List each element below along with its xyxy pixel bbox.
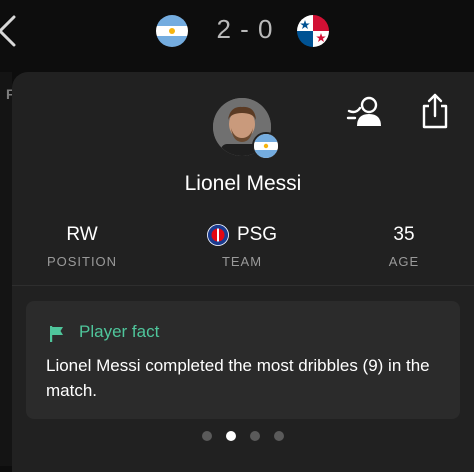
- age-label: AGE: [388, 254, 420, 269]
- chevron-left-icon[interactable]: [0, 14, 18, 48]
- share-icon[interactable]: [420, 92, 450, 130]
- match-header: 2 - 0: [0, 0, 474, 62]
- pagination-dots: [12, 431, 474, 441]
- player-fact-card[interactable]: Player fact Lionel Messi completed the m…: [26, 301, 460, 419]
- flag-icon: [50, 326, 63, 342]
- argentina-flag-icon: [156, 15, 188, 47]
- age-value: 35: [393, 224, 415, 245]
- team-value: PSG: [236, 224, 278, 245]
- position-value: RW: [66, 224, 98, 245]
- player-fact-title: Player fact: [79, 322, 160, 341]
- pagination-dot[interactable]: [226, 431, 236, 441]
- player-fact-text: Lionel Messi completed the most dribbles…: [46, 356, 430, 400]
- pagination-dot[interactable]: [250, 431, 260, 441]
- position-label: POSITION: [46, 254, 118, 269]
- stat-age: 35 AGE: [354, 222, 454, 269]
- argentina-flag-icon: [252, 132, 280, 160]
- pagination-dot[interactable]: [202, 431, 212, 441]
- background-tab-peek: F: [0, 72, 15, 466]
- stat-position: RW POSITION: [30, 222, 134, 269]
- player-sheet: Lionel Messi RW POSITION PSG TEAM 35 AGE…: [12, 72, 474, 472]
- pagination-dot[interactable]: [274, 431, 284, 441]
- player-name: Lionel Messi: [184, 172, 302, 195]
- panama-flag-icon: [297, 15, 329, 47]
- match-score: 2 - 0: [216, 14, 274, 44]
- psg-crest-icon: [206, 224, 229, 246]
- follow-player-icon[interactable]: [346, 94, 384, 128]
- team-label: TEAM: [221, 254, 263, 269]
- stat-team[interactable]: PSG TEAM: [182, 222, 302, 269]
- divider: [12, 285, 474, 286]
